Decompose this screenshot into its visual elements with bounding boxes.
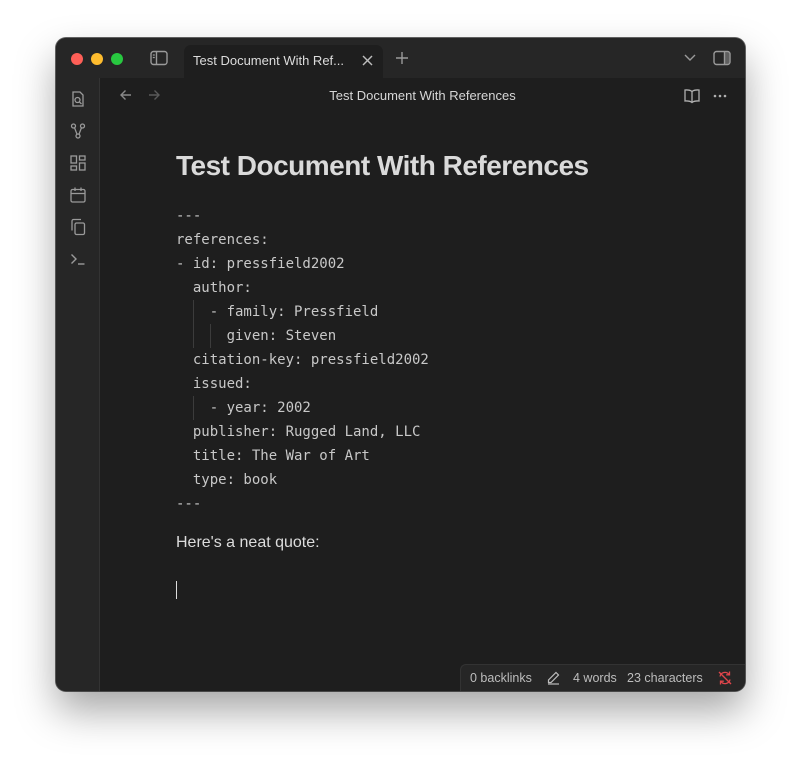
indent-guide (210, 324, 211, 348)
tab-label: Test Document With Ref... (193, 53, 344, 68)
frontmatter-block[interactable]: --- references: - id: pressfield2002 aut… (176, 204, 715, 516)
indent-guide (193, 396, 194, 420)
status-bar: 0 backlinks 4 words 23 characters (460, 664, 745, 691)
frontmatter-line: --- (176, 208, 202, 224)
copy-icon[interactable] (69, 218, 87, 236)
app-window: Test Document With Ref... Test Document … (56, 38, 745, 691)
book-open-icon[interactable] (683, 87, 701, 105)
frontmatter-line: given: Steven (176, 324, 715, 348)
text-cursor (176, 581, 177, 599)
graph-icon[interactable] (69, 122, 87, 140)
frontmatter-line: - year: 2002 (176, 396, 715, 420)
sidebar-left-icon[interactable] (150, 50, 168, 66)
frontmatter-line: citation-key: pressfield2002 (176, 352, 429, 368)
view-header-title[interactable]: Test Document With References (100, 88, 745, 103)
editor-view: Test Document With References Test Docum… (100, 78, 745, 691)
frontmatter-line: issued: (176, 376, 252, 392)
indent-guide (193, 324, 194, 348)
document-content[interactable]: Test Document With References --- refere… (176, 148, 715, 599)
word-count: 4 words (573, 671, 617, 685)
frontmatter-line: author: (176, 280, 252, 296)
frontmatter-line: references: (176, 232, 269, 248)
frontmatter-line: - id: pressfield2002 (176, 256, 345, 272)
backlinks-count[interactable]: 0 backlinks (470, 671, 532, 685)
frontmatter-line: publisher: Rugged Land, LLC (176, 424, 421, 440)
close-window-button[interactable] (71, 53, 83, 65)
sync-off-icon[interactable] (717, 670, 733, 686)
character-count: 23 characters (627, 671, 703, 685)
pencil-icon[interactable] (546, 670, 561, 685)
left-ribbon (56, 78, 100, 691)
frontmatter-line: type: book (176, 472, 278, 488)
title-bar: Test Document With Ref... (56, 38, 745, 78)
layout-dashboard-icon[interactable] (69, 154, 87, 172)
inline-title[interactable]: Test Document With References (176, 148, 715, 184)
frontmatter-line: --- (176, 496, 202, 512)
sidebar-right-icon[interactable] (713, 50, 731, 66)
chevron-down-icon[interactable] (683, 53, 697, 63)
zoom-window-button[interactable] (111, 53, 123, 65)
calendar-icon[interactable] (69, 186, 87, 204)
tab-active-document[interactable]: Test Document With Ref... (184, 45, 383, 78)
indent-guide (193, 300, 194, 324)
minimize-window-button[interactable] (91, 53, 103, 65)
more-horizontal-icon[interactable] (711, 87, 729, 105)
paragraph[interactable]: Here's a neat quote: (176, 534, 715, 552)
close-icon[interactable] (361, 54, 374, 67)
plus-icon[interactable] (395, 51, 409, 65)
file-search-icon[interactable] (69, 90, 87, 108)
terminal-icon[interactable] (69, 250, 87, 268)
frontmatter-line: - family: Pressfield (176, 300, 715, 324)
frontmatter-line: title: The War of Art (176, 448, 370, 464)
